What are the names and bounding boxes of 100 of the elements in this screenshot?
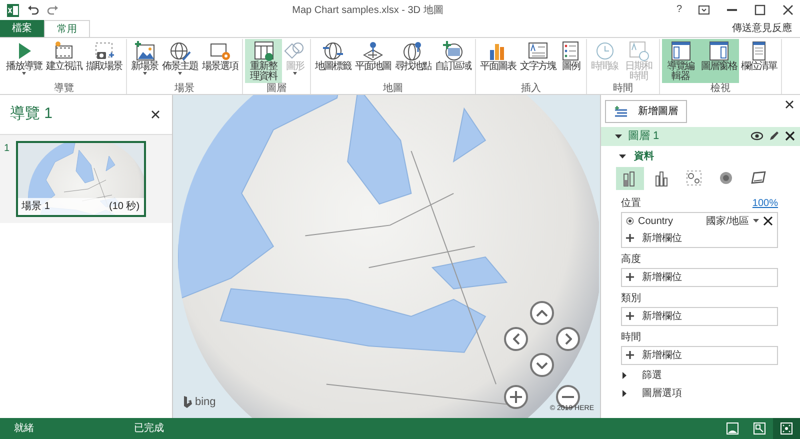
add-field-text: 新增欄位 <box>642 270 682 284</box>
up-chevron-icon <box>536 310 548 316</box>
globe-plus-icon <box>442 40 464 62</box>
add-field-text: 新增欄位 <box>642 310 682 324</box>
section-header[interactable]: 篩選 <box>601 364 800 382</box>
layer-header[interactable]: 圖層 1 <box>601 127 800 146</box>
close-icon <box>782 4 794 16</box>
aggregation-dropdown[interactable]: 國家/地區 <box>706 214 749 228</box>
field-name: Country <box>638 214 674 228</box>
redo-button[interactable] <box>47 4 59 16</box>
radio-icon <box>626 217 634 225</box>
maximize-button[interactable] <box>754 4 766 16</box>
scene-name: 場景 1 <box>22 200 50 214</box>
bubble-icon <box>686 170 702 186</box>
ribbon-display-button[interactable] <box>698 4 710 16</box>
chart-type-button[interactable] <box>616 166 644 190</box>
expand-arrow-icon <box>619 152 626 160</box>
close-icon <box>785 100 794 109</box>
field-label: 高度 <box>621 252 641 266</box>
ribbon-button[interactable]: 圖層窗格 <box>699 39 739 83</box>
delete-icon <box>785 131 795 142</box>
down-chevron-icon <box>536 362 548 368</box>
plus-icon <box>510 391 522 403</box>
ribbon-button[interactable]: 平面地圖 <box>353 39 393 83</box>
status-text: 就緒 <box>14 422 34 436</box>
section-header[interactable]: 圖層選項 <box>601 382 800 400</box>
picture-icon <box>134 40 156 62</box>
ribbon-button[interactable]: 地圖標籤 <box>313 39 353 83</box>
scene-thumbnail[interactable]: 場景 1 (10 秒) <box>16 140 146 216</box>
section-title: 資料 <box>634 150 654 164</box>
add-layer-button[interactable]: 新增圖層 <box>605 100 687 123</box>
field-well[interactable]: 新增欄位 <box>621 268 778 286</box>
group-label: 插入 <box>521 83 541 94</box>
ribbon-button[interactable]: 導覽編輯器 <box>662 39 699 83</box>
ribbon-button[interactable]: 尋找地點 <box>393 39 433 83</box>
feedback-link[interactable]: 傳送意見反應 <box>732 21 800 36</box>
field-label: 位置 <box>621 196 641 210</box>
redo-icon <box>47 4 59 16</box>
heat-map-icon <box>718 170 734 186</box>
ribbon-button[interactable]: 佈景主題 <box>160 39 200 83</box>
date-time-icon <box>628 40 650 62</box>
bing-logo-icon <box>183 396 192 408</box>
ribbon-button[interactable]: 建立視訊 <box>44 39 84 83</box>
delete-icon <box>763 216 773 226</box>
region-icon <box>750 170 766 186</box>
expand-arrow-icon <box>621 372 628 378</box>
ribbon-button[interactable]: 圖例 <box>558 39 584 83</box>
expand-arrow-icon <box>621 390 628 396</box>
close-button[interactable] <box>785 100 794 109</box>
pencil-icon <box>769 131 779 142</box>
plus-icon <box>626 234 634 242</box>
table-refresh-icon <box>252 40 274 62</box>
dropdown-icon <box>753 219 759 223</box>
undo-icon <box>27 4 39 16</box>
plus-icon <box>626 312 634 320</box>
field-label: 類別 <box>621 292 641 306</box>
flat-map-icon <box>362 40 384 62</box>
display-options-icon <box>698 4 710 16</box>
ribbon-button[interactable]: 欄位清單 <box>739 39 779 83</box>
eye-icon <box>751 131 763 142</box>
file-tab[interactable]: 檔案 <box>0 20 44 37</box>
ribbon-button[interactable]: 擷取場景 <box>84 39 124 83</box>
caret-icon <box>292 72 298 76</box>
group-label: 檢視 <box>710 83 730 94</box>
undo-button[interactable] <box>27 4 39 16</box>
globe-brush-icon <box>169 40 191 62</box>
add-field-text: 新增欄位 <box>642 232 682 246</box>
close-button[interactable] <box>151 110 160 119</box>
view-button[interactable] <box>773 418 800 439</box>
group-label: 導覽 <box>54 83 74 94</box>
close-icon <box>151 110 160 119</box>
landscape-view-icon <box>726 422 739 435</box>
scene-number: 1 <box>4 142 10 156</box>
field-well[interactable]: Country 國家/地區 新增欄位 <box>621 212 778 248</box>
spreadsheet-logo-icon <box>6 4 19 16</box>
caret-icon <box>142 72 148 76</box>
ribbon-button[interactable]: 文字方塊 <box>518 39 558 83</box>
ribbon-button[interactable]: 平面圖表 <box>478 39 518 83</box>
pane-right-icon <box>708 40 730 62</box>
field-well[interactable]: 新增欄位 <box>621 306 778 326</box>
section-header[interactable]: 資料 <box>601 146 800 164</box>
ribbon-button[interactable]: 自訂區域 <box>433 39 473 83</box>
layer-name: 圖層 1 <box>628 129 660 144</box>
ribbon-tab[interactable]: 常用 <box>44 20 90 37</box>
ribbon-button[interactable]: 重新整理資料 <box>245 39 282 83</box>
globe-label-icon <box>322 40 344 62</box>
minus-icon <box>562 396 574 398</box>
close-button[interactable] <box>782 4 794 16</box>
ribbon-button[interactable]: 播放導覽 <box>4 39 44 83</box>
clock-icon <box>594 40 616 62</box>
layers-plus-icon <box>614 106 628 118</box>
percentage-link[interactable]: 100% <box>752 196 778 210</box>
ribbon-button[interactable]: 新場景 <box>129 39 160 83</box>
logo-text: bing <box>195 394 216 410</box>
group-label: 時間 <box>613 83 633 94</box>
help-button[interactable]: ? <box>676 5 682 15</box>
ribbon-button[interactable]: 場景選項 <box>200 39 240 83</box>
scene-duration: (10 秒) <box>109 200 140 214</box>
field-well[interactable]: 新增欄位 <box>621 346 778 364</box>
right-chevron-icon <box>564 333 572 345</box>
